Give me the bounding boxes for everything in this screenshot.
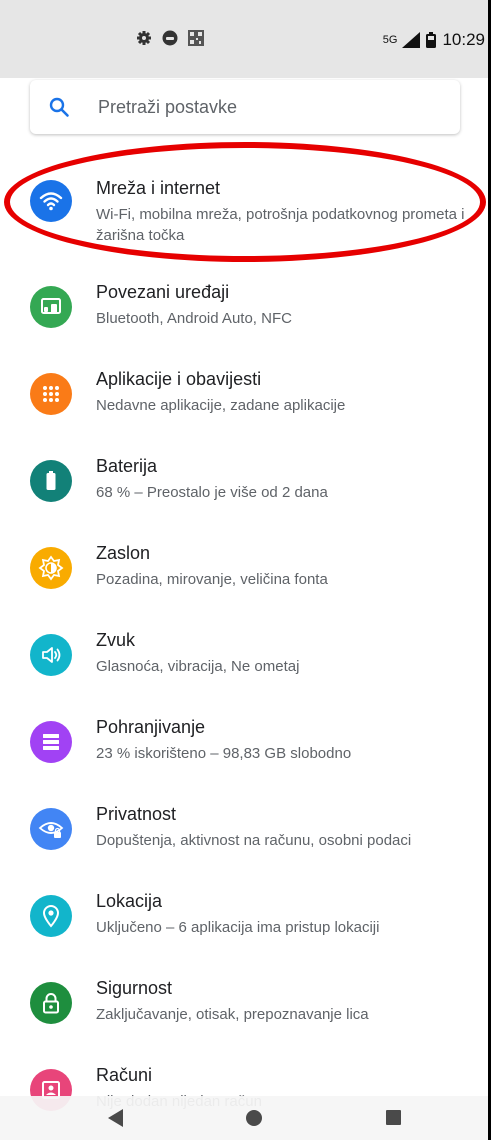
location-pin-icon xyxy=(30,895,72,937)
search-icon xyxy=(49,97,69,117)
setting-title: Lokacija xyxy=(96,891,163,911)
home-icon[interactable] xyxy=(246,1110,262,1126)
clock: 10:29 xyxy=(442,30,485,49)
setting-privacy[interactable]: Privatnost Dopuštenja, aktivnost na raču… xyxy=(0,800,491,886)
brightness-icon xyxy=(30,547,72,589)
search-placeholder: Pretraži postavke xyxy=(98,96,238,117)
lock-icon xyxy=(30,982,72,1024)
setting-title: Pohranjivanje xyxy=(96,717,206,737)
setting-subtitle: Nedavne aplikacije, zadane aplikacije xyxy=(96,397,346,414)
volume-icon xyxy=(30,634,72,676)
network-type: 5G xyxy=(382,34,398,46)
qr-code-icon xyxy=(188,30,204,46)
recents-icon[interactable] xyxy=(386,1110,401,1125)
storage-icon xyxy=(30,721,72,763)
setting-title: Sigurnost xyxy=(96,978,173,998)
navigation-bar xyxy=(0,1096,488,1140)
setting-subtitle: Wi-Fi, mobilna mreža, potrošnja podatkov… xyxy=(96,206,465,244)
battery-status-icon xyxy=(426,32,437,48)
status-bar: 5G 10:29 xyxy=(0,0,491,78)
setting-subtitle: Glasnoća, vibracija, Ne ometaj xyxy=(96,658,300,675)
game-controller-icon xyxy=(162,30,178,46)
apps-icon xyxy=(30,373,72,415)
setting-display[interactable]: Zaslon Pozadina, mirovanje, veličina fon… xyxy=(0,539,491,625)
wifi-icon xyxy=(30,180,72,222)
search-bar[interactable]: Pretraži postavke xyxy=(30,80,460,134)
setting-title: Baterija xyxy=(96,456,158,476)
setting-title: Računi xyxy=(96,1065,153,1085)
setting-network-internet[interactable]: Mreža i internet Wi-Fi, mobilna mreža, p… xyxy=(0,170,491,256)
setting-connected-devices[interactable]: Povezani uređaji Bluetooth, Android Auto… xyxy=(0,278,491,364)
devices-icon xyxy=(30,286,72,328)
setting-subtitle: Uključeno – 6 aplikacija ima pristup lok… xyxy=(96,919,380,936)
setting-location[interactable]: Lokacija Uključeno – 6 aplikacija ima pr… xyxy=(0,887,491,973)
back-icon[interactable] xyxy=(108,1109,124,1127)
gear-icon xyxy=(137,31,151,45)
privacy-eye-icon xyxy=(30,808,72,850)
status-right: 5G 10:29 xyxy=(383,30,485,50)
setting-subtitle: 23 % iskorišteno – 98,83 GB slobodno xyxy=(96,745,352,762)
setting-battery[interactable]: Baterija 68 % – Preostalo je više od 2 d… xyxy=(0,452,491,538)
setting-title: Povezani uređaji xyxy=(96,282,230,302)
setting-apps-notifications[interactable]: Aplikacije i obavijesti Nedavne aplikaci… xyxy=(0,365,491,451)
setting-subtitle: Dopuštenja, aktivnost na računu, osobni … xyxy=(96,832,412,849)
setting-storage[interactable]: Pohranjivanje 23 % iskorišteno – 98,83 G… xyxy=(0,713,491,799)
setting-sound[interactable]: Zvuk Glasnoća, vibracija, Ne ometaj xyxy=(0,626,491,712)
setting-subtitle: Bluetooth, Android Auto, NFC xyxy=(96,310,292,327)
setting-security[interactable]: Sigurnost Zaključavanje, otisak, prepozn… xyxy=(0,974,491,1060)
notification-icons xyxy=(136,30,204,46)
setting-subtitle: Zaključavanje, otisak, prepoznavanje lic… xyxy=(96,1006,369,1023)
setting-subtitle: Pozadina, mirovanje, veličina fonta xyxy=(96,571,328,588)
battery-icon xyxy=(30,460,72,502)
setting-title: Zaslon xyxy=(96,543,151,563)
setting-title: Privatnost xyxy=(96,804,177,824)
setting-title: Mreža i internet xyxy=(96,178,221,198)
setting-title: Aplikacije i obavijesti xyxy=(96,369,262,389)
setting-subtitle: 68 % – Preostalo je više od 2 dana xyxy=(96,484,328,501)
signal-icon xyxy=(402,32,421,48)
setting-title: Zvuk xyxy=(96,630,136,650)
